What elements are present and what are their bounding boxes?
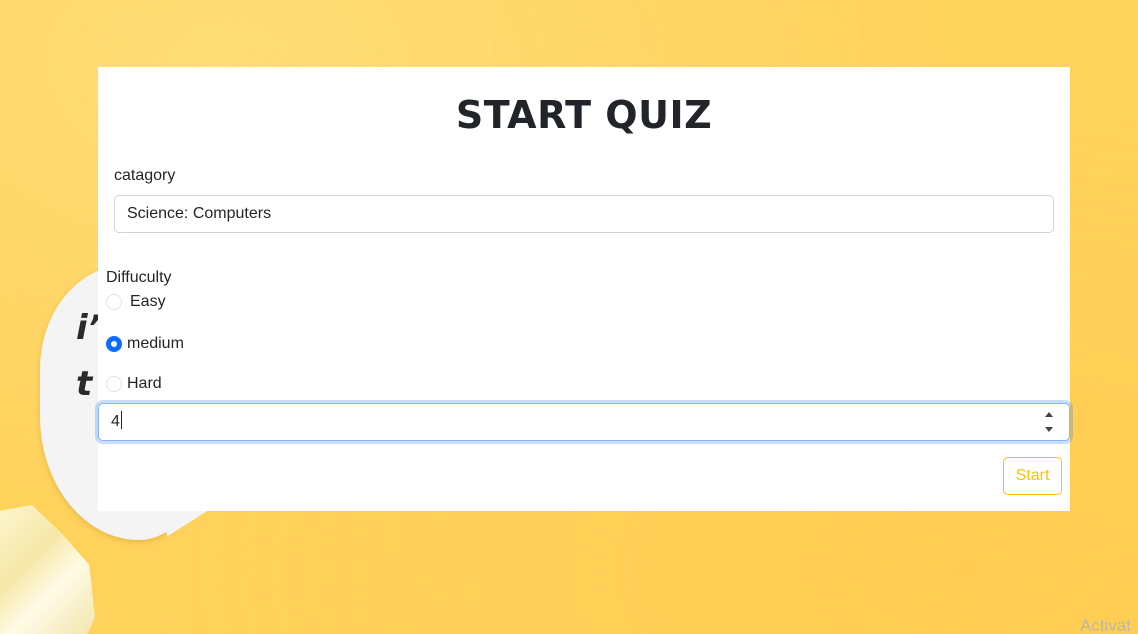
radio-medium-label: medium <box>127 335 184 352</box>
question-amount-value: 4 <box>111 413 120 430</box>
page-title: START QUIZ <box>455 93 713 137</box>
radio-easy[interactable] <box>106 294 122 310</box>
radio-hard-label: Hard <box>127 375 162 392</box>
radio-option-hard[interactable]: Hard <box>106 375 162 393</box>
radio-option-easy[interactable]: Easy <box>106 293 166 311</box>
number-spinner[interactable] <box>1043 412 1055 432</box>
start-button[interactable]: Start <box>1003 457 1062 495</box>
category-select[interactable]: Science: Computers <box>114 195 1054 233</box>
question-amount-input[interactable]: 4 <box>98 403 1070 441</box>
radio-hard[interactable] <box>106 376 122 392</box>
activation-watermark: Activat <box>1080 616 1132 634</box>
difficulty-label: Diffuculty <box>106 269 172 286</box>
spinner-up-icon[interactable] <box>1045 412 1053 417</box>
text-caret <box>120 411 122 430</box>
crumpled-paper-decoration <box>0 505 95 634</box>
radio-option-medium[interactable]: medium <box>106 335 184 353</box>
category-label: catagory <box>114 167 176 184</box>
spinner-down-icon[interactable] <box>1045 427 1053 432</box>
bubble-text: i’ t <box>76 308 101 404</box>
radio-easy-label: Easy <box>130 293 166 310</box>
radio-medium[interactable] <box>106 336 122 352</box>
quiz-card: START QUIZ catagory Science: Computers D… <box>98 67 1070 511</box>
